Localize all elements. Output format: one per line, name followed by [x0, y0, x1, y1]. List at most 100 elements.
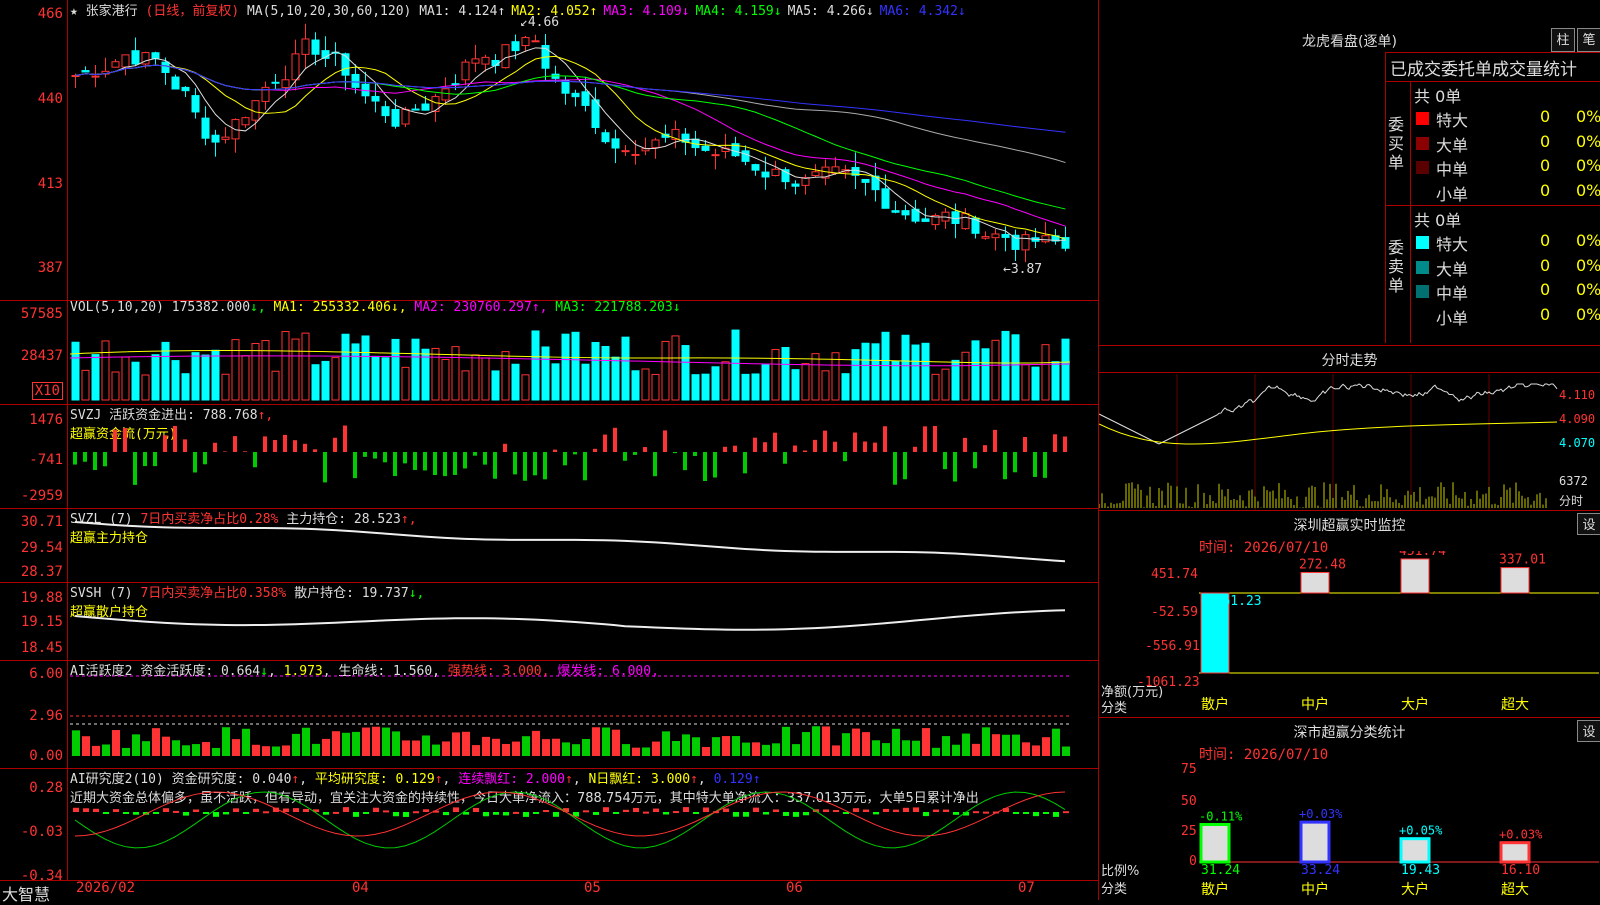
intraday-tick: 4.090 — [1559, 412, 1596, 426]
research-bar — [673, 811, 679, 814]
flow-bar — [103, 452, 107, 467]
svsh-tick: 19.88 — [20, 590, 63, 606]
activity-bar — [612, 729, 620, 756]
ratio-value-label: 19.43 — [1401, 863, 1440, 878]
activity-bar — [132, 734, 140, 756]
svzl-tick: 28.37 — [20, 564, 63, 580]
svzl-pane[interactable]: 30.71 29.54 28.37 SVZL (7) 7日内买卖净占比0.28%… — [0, 508, 1098, 583]
stats-box: 已成交委托单成交量统计 委买单 共 0单 特大 0 0% 大单 0 0% 中单 0 0% 小单 0 0… — [1385, 52, 1600, 343]
price-tick: 413 — [37, 176, 63, 192]
ai-research-pane[interactable]: 0.28 -0.03 -0.34 AI研究度2(10) 资金研究度: 0.040… — [0, 768, 1098, 884]
activity-bar — [652, 741, 660, 756]
column-view-button[interactable]: 柱 — [1551, 28, 1575, 52]
research-bar — [783, 812, 789, 816]
activity-bar — [1012, 734, 1020, 756]
volume-bar — [611, 356, 620, 401]
class-tick: 0 — [1189, 854, 1197, 869]
candle-body — [901, 210, 910, 216]
candle-body — [571, 92, 580, 98]
activity-bar — [522, 736, 530, 756]
research-bar — [253, 808, 259, 812]
x-axis: 大智慧 — [0, 880, 1098, 904]
candle-body — [341, 53, 350, 76]
activity-bar — [712, 737, 720, 756]
research-bar — [333, 811, 339, 814]
research-bar — [1033, 812, 1039, 817]
volume-bar — [921, 342, 930, 401]
vol-ma1: MA1: 255332.406 — [273, 300, 391, 315]
candle-body — [811, 171, 820, 177]
activity-bar — [122, 747, 130, 756]
candle-body — [271, 81, 280, 84]
sz-class-panel[interactable]: 深市超赢分类统计 设 时间: 2026/07/10 75 50 25 0 比例%… — [1098, 717, 1600, 900]
ai-research-tick: -0.03 — [20, 824, 63, 840]
research-bar — [123, 812, 129, 814]
volume-pane[interactable]: 57585 28437 X10 VOL(5,10,20) 175382.000↓… — [0, 300, 1098, 405]
svsh-pane[interactable]: 19.88 19.15 18.45 SVSH (7) 7日内买卖净占比0.358… — [0, 582, 1098, 661]
research-bar — [393, 812, 399, 817]
flow-bar — [413, 452, 417, 470]
volume-bar — [281, 331, 290, 401]
activity-bar — [592, 727, 600, 756]
research-bar — [533, 812, 539, 814]
svsh-tick: 18.45 — [20, 640, 63, 656]
volume-bar — [591, 341, 600, 401]
volume-bar — [431, 347, 440, 401]
flow-bar — [1063, 436, 1067, 452]
activity-bar — [282, 745, 290, 756]
flow-bar — [803, 450, 807, 452]
flow-bar — [783, 452, 787, 464]
size-name: 中单 — [1436, 160, 1469, 179]
ratio-change-label: -0.11% — [1199, 810, 1243, 824]
candle-body — [351, 73, 360, 88]
volume-bar — [621, 336, 630, 401]
order-size-row: 特大 0 0% — [1410, 231, 1600, 255]
activity-bar — [852, 728, 860, 756]
research-bar — [593, 812, 599, 815]
svzl-tick: 29.54 — [20, 540, 63, 556]
ratio-bar — [1499, 841, 1531, 864]
sz-settings-button[interactable]: 设 — [1577, 513, 1600, 535]
activity-bar — [752, 742, 760, 756]
activity-bar — [202, 742, 210, 756]
activity-bar — [642, 747, 650, 756]
holding-line — [74, 521, 1066, 563]
volume-bar — [361, 335, 370, 401]
research-bar — [543, 810, 549, 813]
activity-bar — [422, 735, 430, 756]
research-bar — [113, 809, 119, 812]
ai-active-pane[interactable]: 6.00 2.96 0.00 AI活跃度2 资金活跃度: 0.664↓, 1.9… — [0, 660, 1098, 769]
flow-bar — [383, 452, 387, 463]
class-settings-button[interactable]: 设 — [1577, 720, 1600, 742]
svzj-pane[interactable]: 1476 -741 -2959 SVZJ 活跃资金进出: 788.768↑, 超… — [0, 404, 1098, 509]
svzj-tick: -2959 — [20, 488, 63, 504]
volume-bar — [851, 349, 860, 401]
class-tick: 25 — [1181, 824, 1197, 839]
tick-view-button[interactable]: 笔 — [1577, 28, 1600, 52]
volume-bar — [951, 359, 960, 401]
flow-bar — [823, 430, 827, 452]
brand-logo: 大智慧 — [2, 885, 51, 904]
svzl-axis: 30.71 29.54 28.37 — [0, 508, 68, 582]
x-label: 2026/02 — [76, 880, 136, 896]
research-bar — [823, 809, 829, 812]
ai-research-axis: 0.28 -0.03 -0.34 — [0, 768, 68, 884]
candle-body — [291, 53, 300, 81]
sz-monitor-panel[interactable]: 深圳超赢实时监控 设 时间: 2026/07/10 451.74 -52.59 … — [1098, 510, 1600, 717]
flow-bar — [83, 452, 87, 462]
research-bar — [553, 812, 559, 817]
class-category-label: 散户 — [1201, 881, 1229, 898]
activity-bar — [842, 733, 850, 756]
activity-bar — [402, 740, 410, 756]
activity-bar — [672, 741, 680, 756]
intraday-avg-line — [1099, 421, 1558, 445]
intraday-panel[interactable]: 分时走势 4.110 4.090 4.070 6372 分时 — [1098, 345, 1600, 510]
x-label: 06 — [786, 880, 803, 896]
price-pane[interactable]: 466 440 413 387 ★ 张家港行 (日线，前复权) MA(5,10,… — [0, 0, 1098, 301]
volume-bar — [131, 361, 140, 401]
flow-bar — [343, 425, 347, 452]
flow-bar — [143, 452, 147, 467]
x-label: 04 — [352, 880, 369, 896]
volume-bar — [911, 344, 920, 401]
research-bar — [223, 812, 229, 815]
